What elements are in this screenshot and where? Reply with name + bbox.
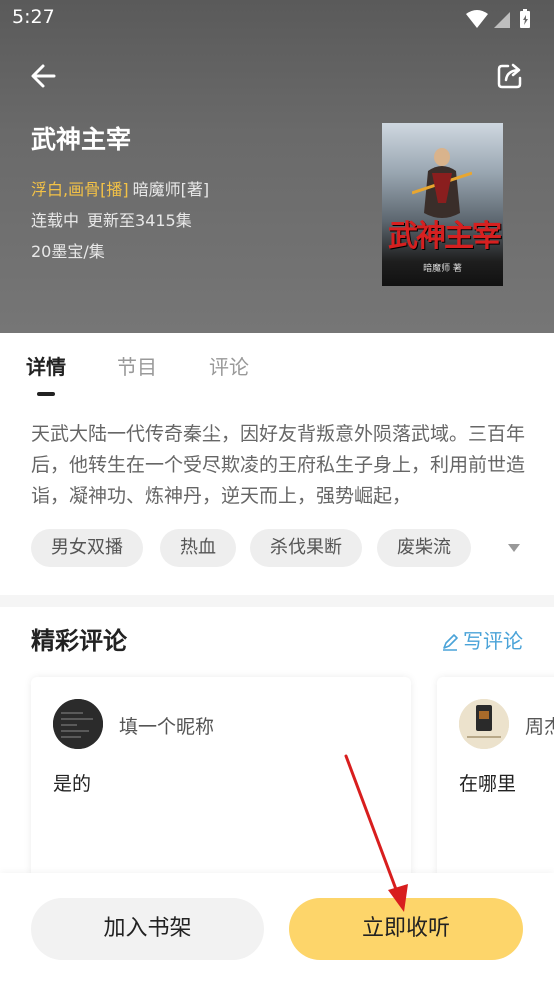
commenter-name: 周杰 xyxy=(525,716,554,738)
pen-icon xyxy=(443,634,458,651)
tab-details[interactable]: 详情 xyxy=(26,351,66,380)
author-link[interactable]: 暗魔师[著] xyxy=(133,180,210,199)
comment-text: 是的 xyxy=(53,773,92,795)
book-description: 天武大陆一代传奇秦尘，因好友背叛意外陨落武域。三百年后，他转生在一个受尽欺凌的王… xyxy=(31,423,525,507)
book-price: 20墨宝/集 xyxy=(31,242,105,261)
cover-title: 武神主宰 xyxy=(388,219,502,254)
back-arrow-icon xyxy=(31,64,56,88)
tab-indicator xyxy=(37,392,55,396)
wifi-icon xyxy=(466,10,488,28)
serial-status: 连载中 xyxy=(31,211,80,230)
book-cover[interactable]: 武神主宰 暗魔师 著 xyxy=(382,123,503,286)
battery-icon xyxy=(520,9,530,28)
back-button[interactable] xyxy=(26,58,62,94)
tag-chip[interactable]: 男女双播 xyxy=(31,529,143,567)
tag-chip[interactable]: 杀伐果断 xyxy=(250,529,362,567)
expand-down-icon[interactable] xyxy=(507,543,521,553)
status-bar: 5:27 xyxy=(0,0,554,38)
status-icons xyxy=(464,8,544,30)
tab-comments[interactable]: 评论 xyxy=(209,351,249,380)
comments-section: 精彩评论 写评论 填一个昵称 是的 周杰 在哪里 xyxy=(0,607,554,877)
book-credits: 浮白,画骨[播] 暗魔师[著] xyxy=(31,176,209,200)
write-comment-label: 写评论 xyxy=(463,629,523,653)
update-count: 更新至3415集 xyxy=(87,211,192,230)
comment-card[interactable]: 周杰 在哪里 xyxy=(437,677,554,877)
status-time: 5:27 xyxy=(12,6,55,28)
tab-episodes[interactable]: 节目 xyxy=(117,351,157,380)
comment-text: 在哪里 xyxy=(459,773,517,795)
avatar xyxy=(53,699,103,749)
book-title: 武神主宰 xyxy=(31,125,132,154)
share-icon xyxy=(497,63,522,89)
comment-card[interactable]: 填一个昵称 是的 xyxy=(31,677,411,877)
signal-icon xyxy=(494,12,510,28)
book-status: 连载中 更新至3415集 xyxy=(31,207,192,231)
section-divider xyxy=(0,595,554,607)
share-button[interactable] xyxy=(494,60,526,92)
book-header: 5:27 武神主宰 浮白,画骨[播] 暗魔师[著] 连载中 更新至3415集 2… xyxy=(0,0,554,335)
commenter-name: 填一个昵称 xyxy=(119,716,215,738)
listen-now-button[interactable]: 立即收听 xyxy=(289,898,523,960)
tab-bar: 详情 节目 评论 xyxy=(0,333,554,397)
comments-title: 精彩评论 xyxy=(31,627,127,655)
write-comment-button[interactable]: 写评论 xyxy=(441,625,523,654)
tag-chip[interactable]: 热血 xyxy=(160,529,236,567)
add-to-shelf-button[interactable]: 加入书架 xyxy=(31,898,264,960)
avatar xyxy=(459,699,509,749)
tag-chip[interactable]: 废柴流 xyxy=(377,529,471,567)
cover-author: 暗魔师 著 xyxy=(423,264,462,274)
detail-card: 详情 节目 评论 天武大陆一代传奇秦尘，因好友背叛意外陨落武域。三百年后，他转生… xyxy=(0,333,554,595)
tag-list: 男女双播 热血 杀伐果断 废柴流 xyxy=(31,529,531,569)
bottom-action-bar: 加入书架 立即收听 xyxy=(0,873,554,984)
narrators-link[interactable]: 浮白,画骨[播] xyxy=(31,180,129,199)
